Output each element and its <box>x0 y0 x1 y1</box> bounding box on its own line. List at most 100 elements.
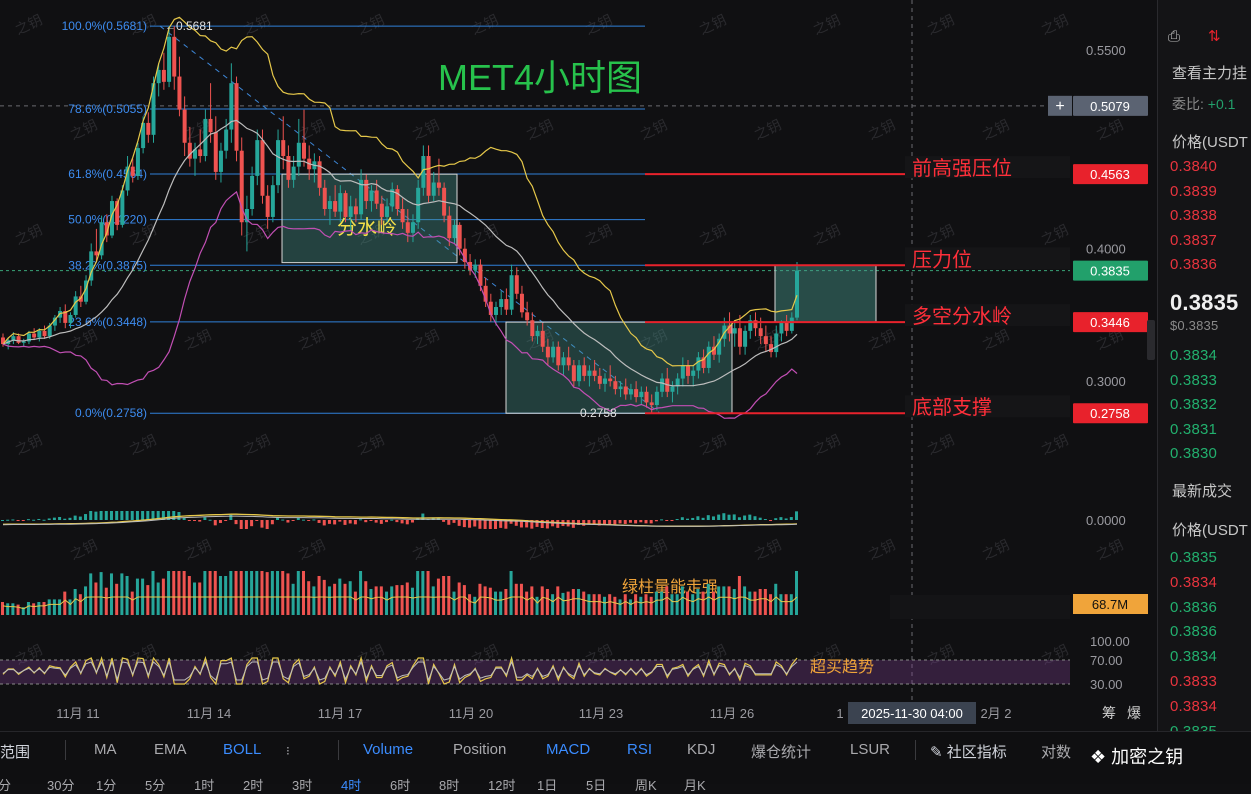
fib-label: 61.8%(0.4564) <box>68 167 147 181</box>
macd-bar <box>556 520 560 528</box>
ask-price[interactable]: 0.3837 <box>1170 232 1217 249</box>
macd-bar <box>84 514 88 520</box>
orderbook-layout-icon[interactable]: ⇅ <box>1208 27 1221 45</box>
bid-price[interactable]: 0.3830 <box>1170 445 1217 462</box>
price-chart[interactable]: 之钥 之钥 之钥 之钥 之钥 之钥 之钥 之钥 之钥 之钥之钥 之钥 之钥 之钥 之钥 之钥 之钥 之钥 之钥 之钥… <box>0 0 1251 783</box>
interval-option[interactable]: 1日 <box>537 775 557 794</box>
interval-option[interactable]: 周K <box>635 775 657 794</box>
interval-option[interactable]: 6时 <box>390 775 410 794</box>
candle-body <box>618 386 623 390</box>
bid-price[interactable]: 0.3833 <box>1170 372 1217 389</box>
macd-bar <box>239 520 243 529</box>
indicator-boll[interactable]: BOLL <box>223 741 261 758</box>
sub-indicator-macd[interactable]: MACD <box>546 741 590 758</box>
candle-body <box>499 299 504 308</box>
range-button[interactable]: 范围 <box>0 741 30 762</box>
sub-indicator-volume[interactable]: Volume <box>363 741 413 758</box>
interval-option[interactable]: 1时 <box>194 775 214 794</box>
macd-bar <box>732 514 736 520</box>
interval-option[interactable]: 5日 <box>586 775 606 794</box>
recent-trades-header[interactable]: 最新成交 <box>1172 480 1232 501</box>
orderbook-panel: ⎙ ⇅ 查看主力挂 委比: +0.1 价格(USDT 0.3840 0.3839 0… <box>1157 0 1251 740</box>
candle-body <box>296 142 301 167</box>
candle-body <box>385 206 390 217</box>
macd-bar <box>670 520 674 521</box>
interval-option[interactable]: 12时 <box>488 775 515 794</box>
community-indicators-button[interactable]: ✎ 社区指标 <box>930 741 1007 762</box>
ask-price[interactable]: 0.3839 <box>1170 183 1217 200</box>
link-icon[interactable]: ⎙ <box>1168 28 1180 45</box>
volume-bar <box>758 589 762 615</box>
volume-bar <box>167 571 171 615</box>
log-scale-toggle[interactable]: 对数 <box>1041 741 1071 762</box>
macd-bar <box>618 520 622 524</box>
macd-bar <box>218 520 222 523</box>
macd-bar <box>743 515 747 520</box>
volume-bar <box>545 589 549 615</box>
candle-body <box>405 222 410 233</box>
toolbar-divider <box>65 740 66 760</box>
macd-bar <box>545 520 549 529</box>
macd-bar <box>395 520 399 523</box>
last-price-usd: $0.3835 <box>1170 318 1219 333</box>
candle-body <box>509 275 514 310</box>
candle-body <box>737 328 742 347</box>
bid-price[interactable]: 0.3834 <box>1170 347 1217 364</box>
x-axis-tick: 11月 17 <box>318 706 363 721</box>
indicator-ema[interactable]: EMA <box>154 741 187 758</box>
ask-price[interactable]: 0.3838 <box>1170 207 1217 224</box>
volume-bar <box>239 571 243 615</box>
candle-body <box>369 190 374 202</box>
indicator-ma[interactable]: MA <box>94 741 117 758</box>
volume-bar <box>769 594 773 615</box>
candle-body <box>644 391 649 403</box>
macd-bar <box>400 520 404 524</box>
bid-price[interactable]: 0.3832 <box>1170 396 1217 413</box>
interval-option[interactable]: 分 <box>0 775 11 794</box>
watermark-text: 之钥 <box>583 11 615 37</box>
candle-body <box>68 314 73 323</box>
bid-price[interactable]: 0.3831 <box>1170 421 1217 438</box>
macd-bar <box>120 511 124 520</box>
interval-option[interactable]: 5分 <box>145 775 165 794</box>
interval-option[interactable]: 2时 <box>243 775 263 794</box>
candle-body <box>649 402 654 406</box>
macd-bar <box>701 517 705 520</box>
interval-option[interactable]: 4时 <box>341 775 361 794</box>
watermark-text: 之钥 <box>583 221 615 247</box>
interval-option[interactable]: 8时 <box>439 775 459 794</box>
more-indicators-icon[interactable]: ⁝ <box>286 744 290 758</box>
sub-indicator-rsi[interactable]: RSI <box>627 741 652 758</box>
interval-option[interactable]: 1分 <box>96 775 116 794</box>
main-orders-link[interactable]: 查看主力挂 <box>1172 62 1247 83</box>
volume-bar <box>218 576 222 615</box>
volume-bar <box>208 571 212 615</box>
sub-indicator-position[interactable]: Position <box>453 741 506 758</box>
interval-option[interactable]: 30分 <box>47 775 74 794</box>
ask-price[interactable]: 0.3840 <box>1170 158 1217 175</box>
sub-indicator-liquidation[interactable]: 爆仓统计 <box>751 741 811 762</box>
watermark-text: 之钥 <box>925 431 957 457</box>
macd-bar <box>665 520 669 521</box>
interval-option[interactable]: 月K <box>684 775 706 794</box>
watermark-text: 之钥 <box>241 11 273 37</box>
watermark-text: 之钥 <box>410 536 442 562</box>
macd-bar <box>104 511 108 520</box>
macd-bar <box>16 520 20 521</box>
macd-bar <box>660 519 664 521</box>
sub-indicator-kdj[interactable]: KDJ <box>687 741 715 758</box>
macd-bar <box>675 519 679 521</box>
candle-body <box>322 187 327 209</box>
sub-indicator-lsur[interactable]: LSUR <box>850 741 890 758</box>
watermark-text: 之钥 <box>866 116 898 142</box>
interval-option[interactable]: 3时 <box>292 775 312 794</box>
macd-bar <box>442 520 446 522</box>
candle-body <box>333 201 338 212</box>
macd-bar <box>353 520 357 525</box>
ask-price[interactable]: 0.3836 <box>1170 256 1217 273</box>
watermark-text: 之钥 <box>752 116 784 142</box>
candle-body <box>94 251 99 256</box>
panel-collapse-handle[interactable] <box>1147 320 1155 360</box>
macd-bar <box>374 520 378 523</box>
macd-bar <box>327 520 331 524</box>
